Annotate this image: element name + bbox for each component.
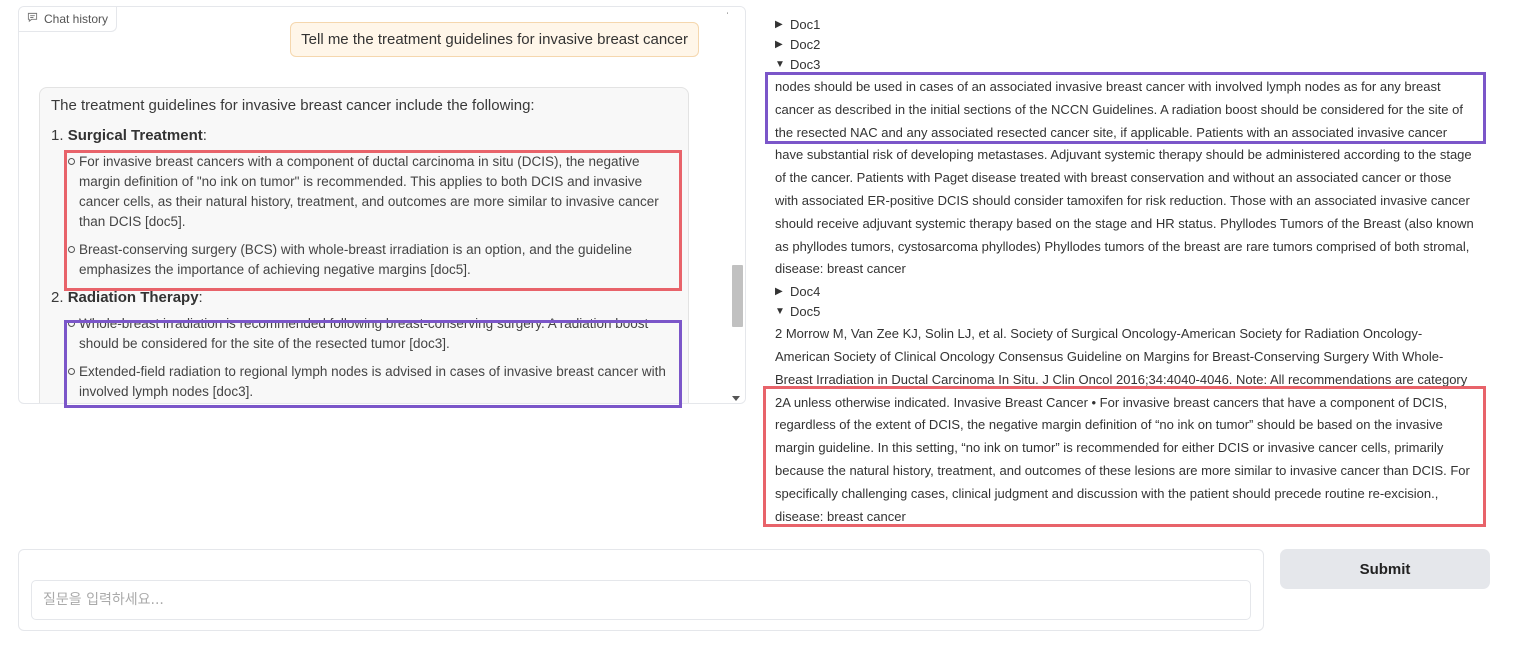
doc-label: Doc3 [790, 56, 821, 72]
bullet-icon [68, 158, 75, 165]
user-message: Tell me the treatment guidelines for inv… [290, 22, 699, 57]
list-item: Whole-breast irradiation is recommended … [51, 314, 677, 354]
bot-message: The treatment guidelines for invasive br… [39, 87, 689, 403]
bullet-icon [68, 246, 75, 253]
bullet-icon [68, 368, 75, 375]
doc-toggle-doc2[interactable]: ▶ Doc2 [775, 34, 1475, 54]
expanded-triangle-icon: ▼ [775, 58, 785, 70]
question-input-container [18, 549, 1264, 631]
expanded-triangle-icon: ▼ [775, 305, 785, 317]
collapsed-triangle-icon: ▶ [775, 285, 783, 297]
doc-label: Doc1 [790, 16, 821, 32]
collapsed-triangle-icon: ▶ [775, 18, 783, 30]
doc-toggle-doc4[interactable]: ▶ Doc4 [775, 281, 1475, 301]
scroll-down-arrow-icon[interactable] [732, 396, 740, 401]
doc-toggle-doc3[interactable]: ▼ Doc3 [775, 54, 1475, 74]
list-item: Extended-field radiation to regional lym… [51, 362, 677, 402]
list-item-text: Extended-field radiation to regional lym… [79, 364, 666, 399]
list-item-text: For invasive breast cancers with a compo… [79, 154, 659, 229]
chat-history-panel: Chat history Tell me the treatment guide… [18, 6, 746, 404]
bullet-icon [68, 320, 75, 327]
section-title-radiation: 2. Radiation Therapy: [51, 289, 203, 306]
chat-history-label-text: Chat history [44, 12, 109, 26]
chat-history-label: Chat history [19, 7, 118, 32]
section-title-surgical: 1. Surgical Treatment: [51, 127, 207, 144]
chat-scrollbar[interactable] [728, 7, 745, 403]
list-item: Breast-conserving surgery (BCS) with who… [51, 240, 677, 280]
doc5-highlighted-text: unless otherwise indicated. Invasive Bre… [775, 394, 1470, 524]
scrollbar-thumb[interactable] [732, 265, 743, 327]
doc-label: Doc5 [790, 303, 821, 319]
doc-label: Doc2 [790, 36, 821, 52]
doc3-text: substantial risk of developing metastase… [775, 147, 1474, 277]
list-item: For invasive breast cancers with a compo… [51, 152, 677, 232]
chat-icon [27, 12, 38, 26]
bot-intro: The treatment guidelines for invasive br… [51, 97, 535, 114]
list-item-text: Breast-conserving surgery (BCS) with who… [79, 242, 633, 277]
collapsed-triangle-icon: ▶ [775, 38, 783, 50]
doc5-content: 2 Morrow M, Van Zee KJ, Solin LJ, et al.… [775, 323, 1475, 528]
doc3-content: nodes should be used in cases of an asso… [775, 76, 1475, 281]
doc-toggle-doc5[interactable]: ▼ Doc5 [775, 301, 1475, 321]
question-input[interactable] [31, 580, 1251, 620]
doc-label: Doc4 [790, 283, 821, 299]
list-item-text: Whole-breast irradiation is recommended … [79, 316, 649, 351]
doc-toggle-doc1[interactable]: ▶ Doc1 [775, 14, 1475, 34]
submit-button[interactable]: Submit [1280, 549, 1490, 589]
source-docs-panel: ▶ Doc1 ▶ Doc2 ▼ Doc3 nodes should be used i… [775, 14, 1475, 528]
